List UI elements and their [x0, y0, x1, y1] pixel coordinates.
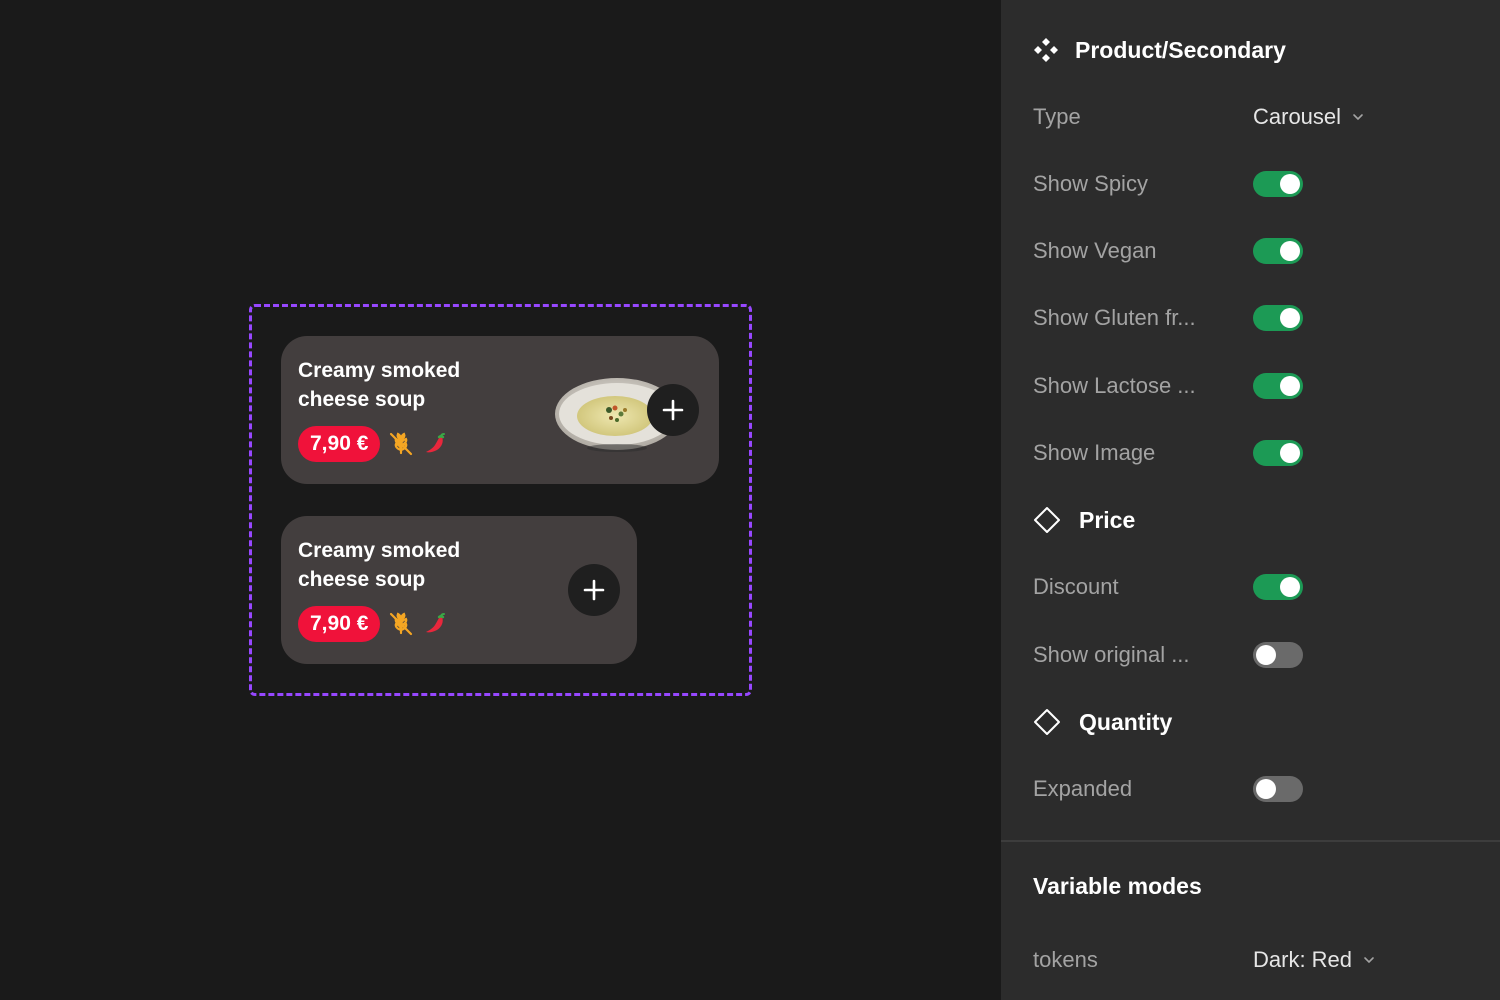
- product-title: Creamy smoked cheese soup: [298, 536, 518, 594]
- property-expanded: Expanded: [1033, 769, 1473, 809]
- instance-diamond-icon: [1034, 507, 1060, 533]
- price-row: 7,90 €: [298, 426, 448, 462]
- price-row: 7,90 €: [298, 606, 448, 642]
- product-card-without-image[interactable]: Creamy smoked cheese soup 7,90 €: [281, 516, 637, 664]
- property-label: Show original ...: [1033, 642, 1190, 667]
- discount-toggle[interactable]: [1253, 574, 1303, 600]
- price-badge: 7,90 €: [298, 606, 381, 642]
- property-discount: Discount: [1033, 567, 1473, 607]
- property-label: Expanded: [1033, 776, 1133, 801]
- toggle-knob: [1280, 308, 1300, 328]
- product-title-line-1: Creamy smoked: [298, 359, 461, 382]
- property-label: Show Vegan: [1033, 238, 1157, 263]
- gluten-free-icon: [390, 432, 413, 456]
- property-label: Show Gluten fr...: [1033, 305, 1196, 330]
- toggle-knob: [1256, 645, 1276, 665]
- expanded-toggle[interactable]: [1253, 776, 1303, 802]
- chevron-down-icon: [1364, 957, 1374, 964]
- quantity-section-header[interactable]: Quantity: [1033, 702, 1172, 742]
- instance-diamond-icon: [1034, 709, 1060, 735]
- component-icon: [1034, 38, 1058, 62]
- property-show-image: Show Image: [1033, 433, 1473, 473]
- dropdown-value: Dark: Red: [1253, 947, 1353, 972]
- property-label: Discount: [1033, 574, 1119, 599]
- panel-divider: [1001, 840, 1500, 842]
- show-vegan-toggle[interactable]: [1253, 238, 1303, 264]
- price-section-header[interactable]: Price: [1033, 500, 1135, 540]
- component-name: Product/Secondary: [1075, 36, 1286, 63]
- toggle-knob: [1280, 174, 1300, 194]
- design-canvas[interactable]: Creamy smoked cheese soup 7,90 € Creamy …: [0, 0, 1000, 1000]
- property-show-spicy: Show Spicy: [1033, 164, 1473, 204]
- variable-mode-dropdown[interactable]: Dark: Red: [1253, 947, 1376, 973]
- property-label: Show Lactose ...: [1033, 373, 1196, 398]
- price-badge: 7,90 €: [298, 426, 381, 462]
- product-title-line-2: cheese soup: [298, 568, 426, 591]
- show-spicy-toggle[interactable]: [1253, 171, 1303, 197]
- toggle-knob: [1280, 376, 1300, 396]
- toggle-knob: [1256, 779, 1276, 799]
- add-to-cart-button[interactable]: [568, 564, 620, 616]
- toggle-knob: [1280, 241, 1300, 261]
- plus-icon: [662, 399, 684, 421]
- plus-icon: [583, 579, 605, 601]
- spicy-icon: [426, 433, 446, 453]
- dropdown-value: Carousel: [1253, 104, 1342, 129]
- toggle-knob: [1280, 577, 1300, 597]
- toggle-knob: [1280, 443, 1300, 463]
- property-show-gluten-free: Show Gluten fr...: [1033, 298, 1473, 338]
- variable-mode-row: tokens Dark: Red: [1033, 940, 1473, 980]
- product-title: Creamy smoked cheese soup: [298, 356, 518, 414]
- product-card-with-image[interactable]: Creamy smoked cheese soup 7,90 €: [281, 336, 719, 484]
- spicy-icon: [426, 613, 446, 633]
- variable-modes-title: Variable modes: [1033, 873, 1202, 899]
- property-show-original: Show original ...: [1033, 635, 1473, 675]
- show-gluten-free-toggle[interactable]: [1253, 305, 1303, 331]
- property-label: Type: [1033, 104, 1081, 129]
- properties-panel: Product/Secondary Type Carousel Show Spi…: [1001, 0, 1500, 1000]
- variable-collection-label: tokens: [1033, 947, 1098, 972]
- show-lactose-toggle[interactable]: [1253, 373, 1303, 399]
- show-image-toggle[interactable]: [1253, 440, 1303, 466]
- show-original-toggle[interactable]: [1253, 642, 1303, 668]
- property-type: Type Carousel: [1033, 97, 1473, 137]
- product-title-line-2: cheese soup: [298, 388, 426, 411]
- property-label: Show Image: [1033, 440, 1156, 465]
- type-dropdown[interactable]: Carousel: [1253, 104, 1365, 130]
- property-show-vegan: Show Vegan: [1033, 231, 1473, 271]
- section-title: Quantity: [1079, 708, 1173, 735]
- property-label: Show Spicy: [1033, 171, 1148, 196]
- section-title: Price: [1079, 506, 1136, 533]
- chevron-down-icon: [1353, 114, 1363, 121]
- add-to-cart-button[interactable]: [647, 384, 699, 436]
- component-header: Product/Secondary: [1033, 30, 1286, 70]
- gluten-free-icon: [390, 612, 413, 636]
- property-show-lactose: Show Lactose ...: [1033, 366, 1473, 406]
- product-title-line-1: Creamy smoked: [298, 539, 461, 562]
